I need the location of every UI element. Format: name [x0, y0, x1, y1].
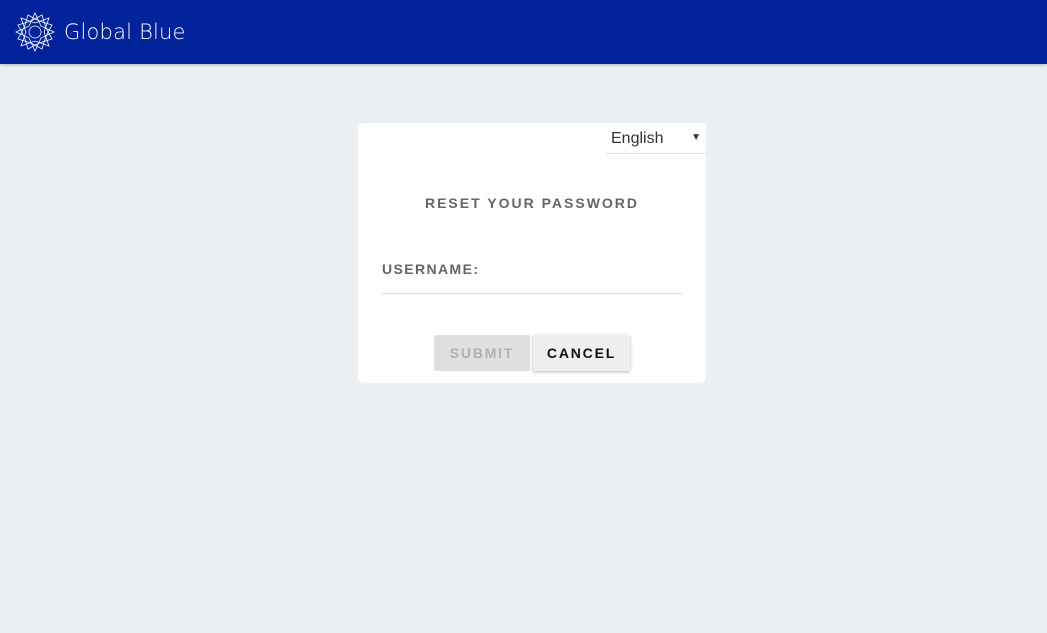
username-input[interactable]: [382, 253, 682, 294]
caret-down-icon: ▼: [691, 132, 701, 143]
brand-logo[interactable]: Global Blue: [15, 12, 186, 52]
brand-name: Global Blue: [64, 20, 186, 44]
cancel-button[interactable]: CANCEL: [533, 335, 630, 371]
reset-password-card: English ▼ RESET YOUR PASSWORD USERNAME: …: [358, 123, 706, 383]
submit-button[interactable]: SUBMIT: [434, 335, 530, 371]
page-title: RESET YOUR PASSWORD: [424, 195, 640, 211]
language-selected-value: English: [611, 130, 664, 147]
global-blue-star-logo-icon: [15, 12, 55, 52]
top-navbar: Global Blue: [0, 0, 1047, 64]
language-select[interactable]: English ▼: [606, 123, 706, 154]
